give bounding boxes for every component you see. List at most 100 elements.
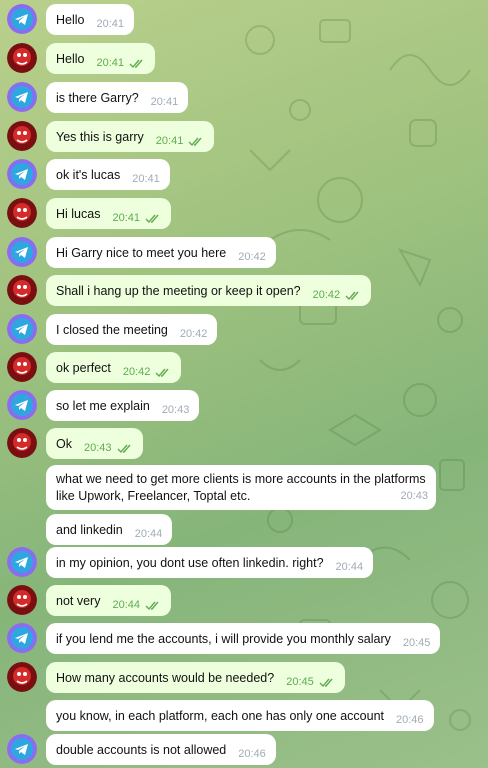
message-bubble[interactable]: Hi lucas 20:41 <box>46 198 171 229</box>
garry-avatar[interactable] <box>7 352 37 382</box>
message-bubble[interactable]: I closed the meeting 20:42 <box>46 314 218 345</box>
telegram-avatar[interactable] <box>7 82 37 112</box>
red-character-avatar-icon <box>7 43 37 73</box>
message-bubble[interactable]: Hi Garry nice to meet you here 20:42 <box>46 237 276 268</box>
message-bubble[interactable]: what we need to get more clients is more… <box>46 465 436 510</box>
telegram-logo-icon <box>7 82 37 112</box>
message-row: not very 20:44 <box>0 584 488 616</box>
garry-avatar[interactable] <box>7 275 37 305</box>
garry-avatar[interactable] <box>7 43 37 73</box>
message-text-line1: what we need to get more clients is more… <box>56 472 426 486</box>
telegram-avatar[interactable] <box>7 547 37 577</box>
message-text: in my opinion, you dont use often linked… <box>56 555 324 570</box>
message-text: ok it's lucas <box>56 167 121 182</box>
message-text: ok perfect <box>56 360 111 375</box>
message-row: Hello 20:41 <box>0 3 488 35</box>
message-row: is there Garry? 20:41 <box>0 81 488 113</box>
message-time: 20:43 <box>400 490 428 502</box>
telegram-logo-icon <box>7 159 37 189</box>
message-bubble[interactable]: and linkedin 20:44 <box>46 514 173 545</box>
message-bubble[interactable]: Shall i hang up the meeting or keep it o… <box>46 275 372 306</box>
garry-avatar[interactable] <box>7 662 37 692</box>
telegram-avatar[interactable] <box>7 390 37 420</box>
garry-avatar[interactable] <box>7 121 37 151</box>
message-time: 20:41 <box>96 56 125 69</box>
telegram-logo-icon <box>7 314 37 344</box>
message-time: 20:42 <box>238 250 266 263</box>
message-row: Ok 20:43 <box>0 427 488 459</box>
message-text: Yes this is garry <box>56 129 144 144</box>
message-bubble[interactable]: is there Garry? 20:41 <box>46 82 189 113</box>
message-text: I closed the meeting <box>56 322 168 337</box>
message-text: Ok <box>56 436 72 451</box>
message-time: 20:42 <box>122 365 151 378</box>
double-check-icon <box>155 368 169 377</box>
message-row: How many accounts would be needed? 20:45 <box>0 661 488 693</box>
message-text: Hi lucas <box>56 206 101 221</box>
telegram-avatar[interactable] <box>7 4 37 34</box>
red-character-avatar-icon <box>7 275 37 305</box>
message-time: 20:46 <box>396 713 424 726</box>
telegram-avatar[interactable] <box>7 159 37 189</box>
message-row: double accounts is not allowed 20:46 <box>0 733 488 765</box>
message-row: Shall i hang up the meeting or keep it o… <box>0 274 488 306</box>
telegram-avatar[interactable] <box>7 314 37 344</box>
double-check-icon <box>117 444 131 453</box>
telegram-logo-icon <box>7 623 37 653</box>
message-time: 20:44 <box>112 598 140 611</box>
message-bubble[interactable]: Hello 20:41 <box>46 4 135 35</box>
message-bubble[interactable]: Ok 20:43 <box>46 428 143 459</box>
message-row: so let me explain 20:43 <box>0 389 488 421</box>
message-time: 20:41 <box>150 95 179 108</box>
message-text: Hi Garry nice to meet you here <box>56 245 227 260</box>
message-row: if you lend me the accounts, i will prov… <box>0 622 488 654</box>
garry-avatar[interactable] <box>7 585 37 615</box>
message-bubble[interactable]: ok it's lucas 20:41 <box>46 159 170 190</box>
garry-avatar[interactable] <box>7 428 37 458</box>
message-bubble[interactable]: so let me explain 20:43 <box>46 390 200 421</box>
message-text-line2: like Upwork, Freelancer, Toptal etc. <box>56 489 251 503</box>
telegram-avatar[interactable] <box>7 734 37 764</box>
message-bubble[interactable]: How many accounts would be needed? 20:45 <box>46 662 345 693</box>
telegram-logo-icon <box>7 237 37 267</box>
double-check-icon <box>188 137 202 146</box>
message-bubble[interactable]: you know, in each platform, each one has… <box>46 700 434 731</box>
double-check-icon <box>319 678 333 687</box>
telegram-avatar[interactable] <box>7 623 37 653</box>
message-text: and linkedin <box>56 522 123 537</box>
double-check-icon <box>145 601 159 610</box>
message-time: 20:45 <box>402 636 431 649</box>
telegram-logo-icon <box>7 547 37 577</box>
double-check-icon <box>345 291 359 300</box>
message-row: ok perfect 20:42 <box>0 351 488 383</box>
message-text: How many accounts would be needed? <box>56 670 275 685</box>
garry-avatar[interactable] <box>7 198 37 228</box>
message-text: so let me explain <box>56 398 150 413</box>
double-check-icon <box>145 214 159 223</box>
message-bubble[interactable]: Yes this is garry 20:41 <box>46 121 215 152</box>
message-time: 20:41 <box>96 17 125 30</box>
telegram-avatar[interactable] <box>7 237 37 267</box>
message-row: Hi Garry nice to meet you here 20:42 <box>0 236 488 268</box>
telegram-logo-icon <box>7 734 37 764</box>
message-time: 20:43 <box>83 441 112 454</box>
message-text: you know, in each platform, each one has… <box>56 708 384 723</box>
red-character-avatar-icon <box>7 662 37 692</box>
red-character-avatar-icon <box>7 585 37 615</box>
message-bubble[interactable]: not very 20:44 <box>46 585 171 616</box>
message-bubble[interactable]: in my opinion, you dont use often linked… <box>46 547 374 578</box>
message-row: and linkedin 20:44 <box>0 513 488 545</box>
message-text: Shall i hang up the meeting or keep it o… <box>56 283 301 298</box>
message-time: 20:44 <box>335 560 364 573</box>
message-bubble[interactable]: ok perfect 20:42 <box>46 352 182 383</box>
message-text: not very <box>56 593 101 608</box>
red-character-avatar-icon <box>7 428 37 458</box>
chat-message-list[interactable]: Hello 20:41 Hello 20:41 is there Garry? … <box>0 0 488 768</box>
message-row: ok it's lucas 20:41 <box>0 158 488 190</box>
message-bubble[interactable]: if you lend me the accounts, i will prov… <box>46 623 441 654</box>
message-bubble[interactable]: double accounts is not allowed 20:46 <box>46 734 276 765</box>
message-row: Hi lucas 20:41 <box>0 197 488 229</box>
message-text: double accounts is not allowed <box>56 742 227 757</box>
message-bubble[interactable]: Hello 20:41 <box>46 43 156 74</box>
message-text: is there Garry? <box>56 90 139 105</box>
